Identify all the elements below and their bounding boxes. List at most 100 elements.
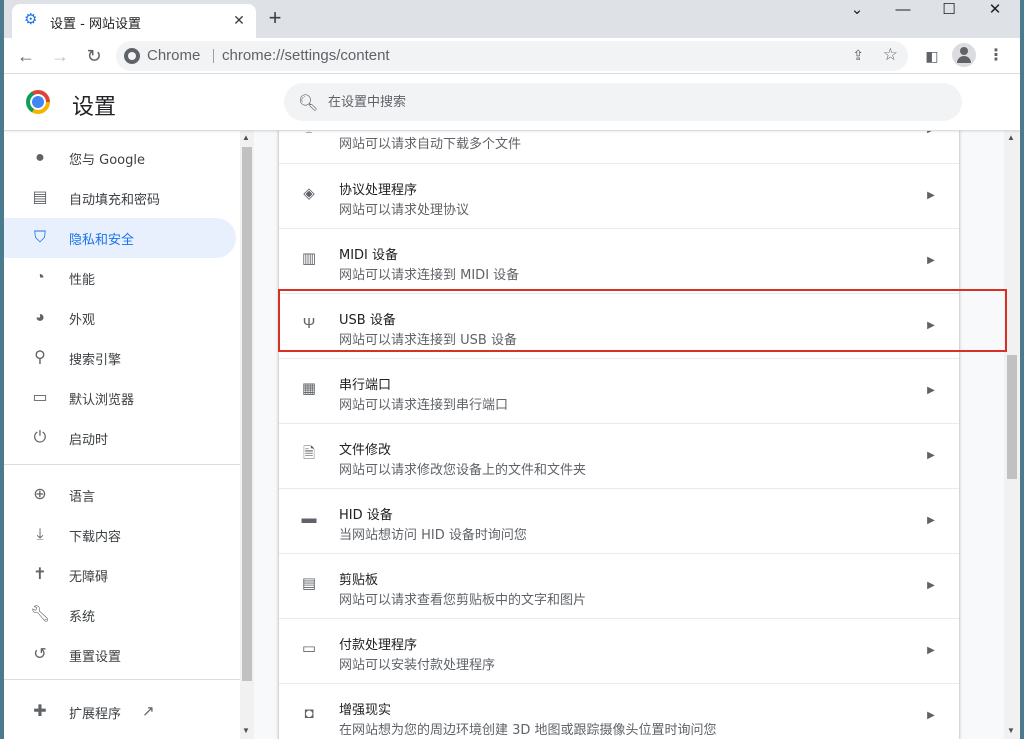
clipboard-icon: ▤: [32, 189, 48, 206]
sidebar-item-on-startup[interactable]: ⏻ 启动时: [4, 418, 236, 458]
credit-card-icon: ▭: [301, 640, 317, 657]
tab-search-chevron-icon[interactable]: ⌄: [834, 0, 880, 22]
sidebar-scroll-thumb[interactable]: [242, 147, 252, 681]
list-item[interactable]: ▤ 剪贴板 网站可以请求查看您剪贴板中的文字和图片 ▶: [279, 553, 959, 618]
row-subtitle: 网站可以请求自动下载多个文件: [339, 137, 522, 152]
address-bar[interactable]: Chrome chrome://settings/content ⇪ ☆: [116, 41, 908, 71]
chrome-site-icon: [124, 48, 140, 64]
row-subtitle: 当网站想访问 HID 设备时询问您: [339, 528, 527, 543]
open-in-new-icon: ↗: [142, 703, 155, 720]
scroll-down-icon[interactable]: ▼: [242, 726, 250, 735]
sidebar-item-system[interactable]: 🔧︎ 系统: [4, 595, 236, 635]
address-url[interactable]: chrome://settings/content: [222, 47, 390, 64]
side-panel-icon[interactable]: ◧: [920, 44, 944, 68]
serial-port-icon: ▦: [301, 380, 317, 397]
sidebar-item-label: 隐私和安全: [69, 233, 135, 248]
address-chip: Chrome: [147, 47, 201, 64]
sidebar-item-label: 默认浏览器: [69, 393, 135, 408]
vr-headset-icon: ◘: [304, 705, 314, 722]
settings-header: 设置 🔍︎: [4, 75, 1020, 131]
gamepad-icon: ▬: [301, 510, 317, 527]
sidebar-item-privacy[interactable]: ⛉ 隐私和安全: [4, 218, 236, 258]
profile-avatar[interactable]: [952, 43, 976, 67]
main-scroll-thumb[interactable]: [1007, 355, 1017, 479]
globe-icon: ⊕: [33, 486, 47, 503]
scroll-down-icon[interactable]: ▼: [1007, 726, 1015, 735]
sidebar-item-label: 无障碍: [69, 570, 109, 585]
sidebar-item-reset[interactable]: ↺ 重置设置: [4, 635, 236, 675]
browser-window: ⚙ 设置 - 网站设置 ✕ + ⌄ — ☐ ✕ ← → ↻ Chrome chr…: [4, 0, 1020, 739]
back-button[interactable]: ←: [14, 44, 38, 68]
list-item[interactable]: ⤓ 网站可以请求自动下载多个文件 ▶: [279, 131, 959, 163]
menu-kebab-icon[interactable]: ⋮: [984, 44, 1008, 68]
browser-window-icon: ▭: [32, 389, 48, 406]
person-icon: ●: [35, 149, 45, 166]
chevron-right-icon: ▶: [927, 450, 935, 461]
tab-settings[interactable]: ⚙ 设置 - 网站设置 ✕: [12, 4, 256, 38]
sidebar-item-appearance[interactable]: ◕ 外观: [4, 298, 236, 338]
protocol-diamond-icon: ◈: [303, 185, 315, 202]
scroll-up-icon[interactable]: ▲: [242, 133, 250, 142]
sidebar-item-label: 搜索引擎: [69, 353, 122, 368]
list-item[interactable]: ◘ 增强现实 在网站想为您的周边环境创建 3D 地图或跟踪摄像头位置时询问您 ▶: [279, 683, 959, 739]
list-item[interactable]: ◈ 协议处理程序 网站可以请求处理协议 ▶: [279, 163, 959, 228]
sidebar-item-performance[interactable]: ◔ 性能: [4, 258, 236, 298]
chevron-right-icon: ▶: [925, 131, 937, 138]
sidebar-item-you-and-google[interactable]: ● 您与 Google: [4, 138, 236, 178]
title-bar: ⚙ 设置 - 网站设置 ✕ + ⌄ — ☐ ✕: [4, 0, 1020, 38]
list-item[interactable]: ▭ 付款处理程序 网站可以安装付款处理程序 ▶: [279, 618, 959, 683]
gauge-icon: ◔: [35, 269, 45, 286]
sidebar-item-autofill[interactable]: ▤ 自动填充和密码: [4, 178, 236, 218]
address-separator: [213, 49, 214, 63]
settings-main: ⤓ 网站可以请求自动下载多个文件 ▶ ◈ 协议处理程序 网站可以请求处理协议 ▶…: [254, 131, 1004, 739]
sidebar-scrollbar[interactable]: ▲ ▼: [240, 131, 254, 739]
sidebar-item-label: 启动时: [69, 433, 109, 448]
row-title: 协议处理程序: [339, 183, 418, 198]
main-scrollbar[interactable]: ▲ ▼: [1004, 131, 1020, 739]
scroll-up-icon[interactable]: ▲: [1007, 133, 1015, 142]
shield-icon: ⛉: [33, 229, 46, 246]
sidebar-item-accessibility[interactable]: ✝ 无障碍: [4, 555, 236, 595]
row-subtitle: 网站可以请求修改您设备上的文件和文件夹: [339, 463, 587, 478]
sidebar-item-label: 语言: [69, 490, 96, 505]
minimize-button[interactable]: —: [880, 0, 926, 22]
row-subtitle: 网站可以请求查看您剪贴板中的文字和图片: [339, 593, 587, 608]
sidebar-divider: [4, 464, 240, 465]
tab-title: 设置 - 网站设置: [50, 17, 141, 32]
new-tab-button[interactable]: +: [264, 7, 286, 30]
sidebar-item-downloads[interactable]: ⤓ 下载内容: [4, 515, 236, 555]
row-title: 文件修改: [339, 443, 392, 458]
list-item[interactable]: ▬ HID 设备 当网站想访问 HID 设备时询问您 ▶: [279, 488, 959, 553]
row-title: 剪贴板: [339, 573, 379, 588]
forward-button[interactable]: →: [48, 44, 72, 68]
chevron-right-icon: ▶: [927, 710, 935, 721]
settings-search[interactable]: 🔍︎: [284, 83, 962, 121]
tab-close-icon[interactable]: ✕: [230, 11, 248, 29]
sidebar-item-extensions[interactable]: ✚ 扩展程序 ↗: [4, 692, 236, 732]
share-icon[interactable]: ⇪: [852, 47, 864, 64]
accessibility-icon: ✝: [33, 566, 47, 583]
sidebar-item-search-engine[interactable]: ⚲ 搜索引擎: [4, 338, 236, 378]
page-title: 设置: [72, 95, 117, 120]
maximize-button[interactable]: ☐: [926, 0, 972, 22]
sidebar-item-label: 您与 Google: [69, 153, 145, 168]
site-settings-card: ⤓ 网站可以请求自动下载多个文件 ▶ ◈ 协议处理程序 网站可以请求处理协议 ▶…: [279, 131, 959, 739]
reload-button[interactable]: ↻: [82, 44, 106, 68]
gear-icon: ⚙: [24, 11, 38, 28]
row-title: 串行端口: [339, 378, 392, 393]
power-icon: ⏻: [33, 429, 47, 446]
list-item[interactable]: 🗎︎ 文件修改 网站可以请求修改您设备上的文件和文件夹 ▶: [279, 423, 959, 488]
bookmark-star-icon[interactable]: ☆: [883, 45, 898, 65]
sidebar-item-languages[interactable]: ⊕ 语言: [4, 475, 236, 515]
row-subtitle: 网站可以请求连接到串行端口: [339, 398, 509, 413]
search-input[interactable]: [328, 91, 928, 113]
sidebar-item-label: 性能: [69, 273, 96, 288]
sidebar-item-default-browser[interactable]: ▭ 默认浏览器: [4, 378, 236, 418]
list-item[interactable]: ▥ MIDI 设备 网站可以请求连接到 MIDI 设备 ▶: [279, 228, 959, 293]
chevron-right-icon: ▶: [927, 580, 935, 591]
browser-toolbar: ← → ↻ Chrome chrome://settings/content ⇪…: [4, 38, 1020, 74]
close-window-button[interactable]: ✕: [972, 0, 1018, 22]
list-item[interactable]: ▦ 串行端口 网站可以请求连接到串行端口 ▶: [279, 358, 959, 423]
chevron-right-icon: ▶: [927, 255, 935, 266]
row-title: MIDI 设备: [339, 248, 399, 263]
